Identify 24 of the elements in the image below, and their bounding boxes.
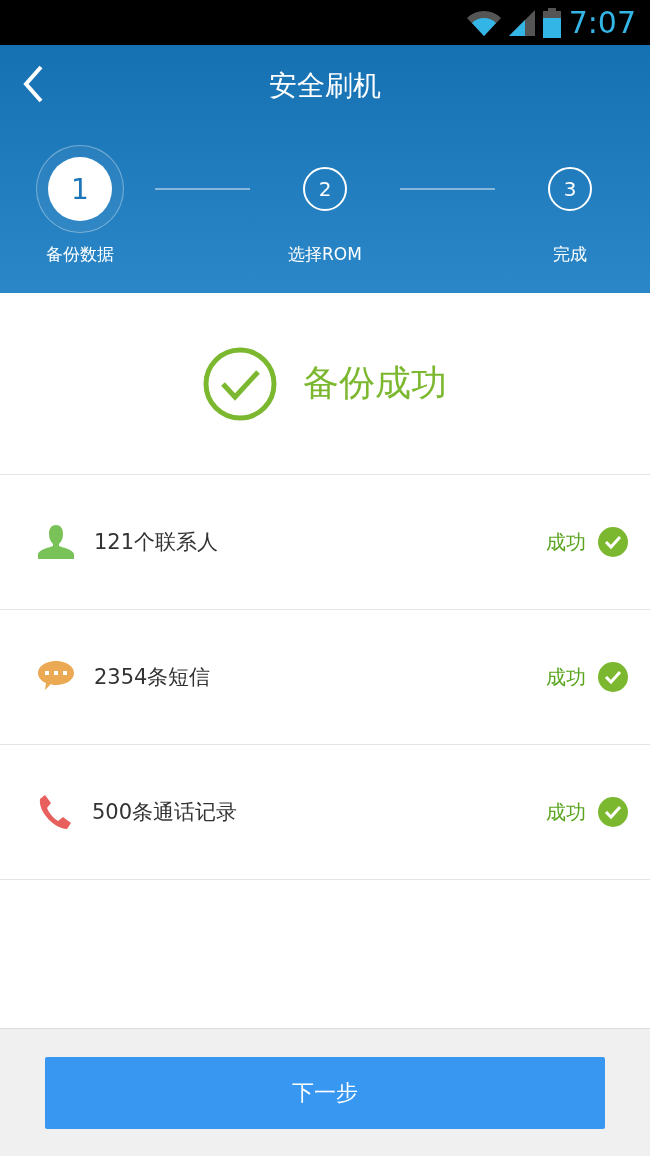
item-status: 成功: [546, 798, 586, 826]
battery-icon: [542, 7, 561, 38]
step-label: 选择ROM: [288, 243, 362, 266]
status-time: 7:07: [568, 5, 636, 40]
item-status: 成功: [546, 663, 586, 691]
item-label: 2354条短信: [94, 664, 212, 691]
step-indicator: 3: [548, 167, 592, 211]
step-label: 完成: [553, 243, 587, 266]
back-button[interactable]: [22, 65, 44, 103]
next-button[interactable]: 下一步: [45, 1056, 605, 1129]
wifi-icon: [466, 9, 501, 36]
speech-bubble-icon: [38, 661, 74, 693]
item-status: 成功: [546, 528, 586, 556]
page-title: 安全刷机: [269, 68, 381, 104]
person-icon: [38, 525, 74, 559]
phone-icon: [38, 794, 72, 830]
result-title: 备份成功: [303, 361, 447, 405]
step-indicator: 2: [303, 167, 347, 211]
item-label: 500条通话记录: [92, 799, 239, 826]
signal-icon: [508, 9, 535, 36]
check-circle-icon: [203, 346, 277, 421]
step-label: 备份数据: [46, 243, 114, 266]
step-indicator: 1: [36, 145, 124, 233]
item-label: 121个联系人: [94, 529, 220, 556]
